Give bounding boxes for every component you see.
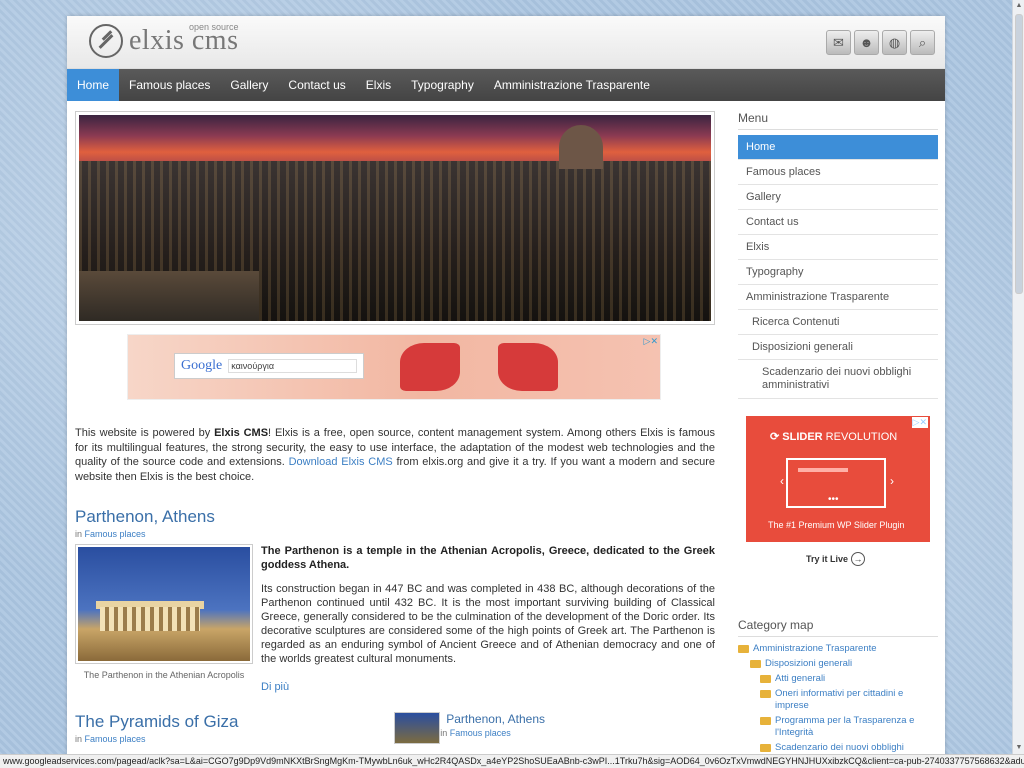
browser-status-bar: www.googleadservices.com/pagead/aclk?sa=… bbox=[0, 754, 1024, 768]
side-menu-elxis[interactable]: Elxis bbox=[738, 235, 938, 260]
ad-tagline: The #1 Premium WP Slider Plugin bbox=[768, 520, 905, 530]
main-nav: Home Famous places Gallery Contact us El… bbox=[67, 69, 945, 101]
side-menu-home[interactable]: Home bbox=[738, 135, 938, 160]
category-item[interactable]: Programma per la Trasparenza e l'Integri… bbox=[738, 715, 938, 739]
nav-gallery[interactable]: Gallery bbox=[220, 69, 278, 101]
download-elxis-link[interactable]: Download Elxis CMS bbox=[289, 456, 393, 468]
search-icon[interactable]: ⌕ bbox=[910, 30, 935, 55]
side-menu: Home Famous places Gallery Contact us El… bbox=[738, 135, 938, 399]
user-icon[interactable]: ☻ bbox=[854, 30, 879, 55]
category-item[interactable]: Oneri informativi per cittadini e impres… bbox=[738, 688, 938, 712]
article-title[interactable]: The Pyramids of Giza bbox=[75, 712, 238, 732]
side-menu-typography[interactable]: Typography bbox=[738, 260, 938, 285]
site-logo[interactable]: elxis cms open source bbox=[89, 22, 239, 58]
side-menu-disposizioni-generali[interactable]: Disposizioni generali bbox=[738, 335, 938, 360]
shoe-image bbox=[400, 343, 460, 391]
parthenon-image[interactable] bbox=[75, 544, 253, 664]
side-menu-famous-places[interactable]: Famous places bbox=[738, 160, 938, 185]
chevron-left-icon: ‹ bbox=[780, 474, 784, 488]
google-logo: Google bbox=[181, 358, 223, 373]
scroll-down-icon[interactable]: ▼ bbox=[1013, 742, 1024, 754]
category-link[interactable]: Famous places bbox=[85, 529, 146, 539]
article-category: in Famous places bbox=[440, 728, 511, 738]
category-item[interactable]: Atti generali bbox=[738, 673, 938, 685]
mini-article-thumbnail[interactable] bbox=[394, 712, 441, 744]
header-icons: ✉ ☻ ◍ ⌕ bbox=[826, 30, 935, 55]
rome-skyline-image bbox=[79, 115, 711, 321]
category-item[interactable]: Amministrazione Trasparente bbox=[738, 643, 938, 655]
arrow-right-icon: → bbox=[851, 552, 866, 566]
folder-icon bbox=[760, 717, 771, 725]
sidebar: Menu Home Famous places Gallery Contact … bbox=[738, 111, 938, 756]
read-more-link[interactable]: Di più bbox=[261, 680, 715, 694]
folder-icon bbox=[760, 744, 771, 752]
side-menu-gallery[interactable]: Gallery bbox=[738, 185, 938, 210]
side-menu-ricerca-contenuti[interactable]: Ricerca Contenuti bbox=[738, 310, 938, 335]
article-category: in Famous places bbox=[75, 734, 146, 744]
category-map: Category map Amministrazione Trasparente… bbox=[738, 618, 938, 756]
hero-slideshow[interactable] bbox=[75, 111, 715, 325]
site-page: elxis cms open source ✉ ☻ ◍ ⌕ Home Famou… bbox=[67, 16, 945, 756]
ad-choices-icon[interactable]: ▷✕ bbox=[644, 336, 658, 347]
mail-icon[interactable]: ✉ bbox=[826, 30, 851, 55]
side-menu-amministrazione[interactable]: Amministrazione Trasparente bbox=[738, 285, 938, 310]
article-lead: The Parthenon is a temple in the Athenia… bbox=[261, 545, 715, 571]
category-item[interactable]: Disposizioni generali bbox=[738, 658, 938, 670]
mini-article-title[interactable]: Parthenon, Athens bbox=[446, 712, 545, 726]
try-it-live-link[interactable]: Try it Live → bbox=[806, 552, 938, 566]
nav-amministrazione-trasparente[interactable]: Amministrazione Trasparente bbox=[484, 69, 660, 101]
article-body: The Parthenon in the Athenian Acropolis … bbox=[75, 544, 715, 694]
shoe-image bbox=[498, 343, 558, 391]
side-menu-scadenzario[interactable]: Scadenzario dei nuovi obblighi amministr… bbox=[738, 360, 938, 399]
scroll-up-icon[interactable]: ▲ bbox=[1013, 0, 1024, 12]
article-paragraph: Its construction began in 447 BC and was… bbox=[261, 583, 715, 665]
nav-contact-us[interactable]: Contact us bbox=[278, 69, 355, 101]
main-content: ▷✕ Google καινούργια This website is pow… bbox=[75, 111, 715, 744]
scrollbar-thumb[interactable] bbox=[1015, 14, 1023, 294]
folder-icon bbox=[738, 645, 749, 653]
mini-article: Parthenon, Athens in Famous places bbox=[394, 712, 545, 744]
image-caption: The Parthenon in the Athenian Acropolis bbox=[83, 670, 245, 680]
nav-home[interactable]: Home bbox=[67, 69, 120, 101]
globe-icon[interactable]: ◍ bbox=[882, 30, 907, 55]
category-link[interactable]: Famous places bbox=[85, 734, 146, 744]
ad-choices-icon[interactable]: ▷✕ bbox=[911, 417, 928, 428]
ad-search-input[interactable]: καινούργια bbox=[228, 359, 357, 373]
category-link[interactable]: Famous places bbox=[450, 728, 511, 738]
folder-icon bbox=[760, 690, 771, 698]
folder-icon bbox=[760, 675, 771, 683]
ad-search-box: Google καινούργια bbox=[174, 353, 364, 379]
logo-subtitle: open source bbox=[188, 22, 239, 32]
menu-heading: Menu bbox=[738, 111, 938, 130]
side-menu-contact-us[interactable]: Contact us bbox=[738, 210, 938, 235]
nav-famous-places[interactable]: Famous places bbox=[119, 69, 220, 101]
chevron-right-icon: › bbox=[890, 474, 894, 488]
article-title[interactable]: Parthenon, Athens bbox=[75, 507, 715, 527]
ad-title: ⟳ SLIDER REVOLUTION bbox=[770, 431, 898, 443]
folder-icon bbox=[750, 660, 761, 668]
slider-revolution-ad[interactable]: ▷✕ ⟳ SLIDER REVOLUTION ‹ › ••• The #1 Pr… bbox=[746, 416, 930, 542]
slider-dots: ••• bbox=[828, 494, 839, 505]
site-header: elxis cms open source ✉ ☻ ◍ ⌕ bbox=[67, 16, 945, 69]
article-category: in Famous places bbox=[75, 529, 146, 539]
intro-text: This website is powered by Elxis CMS! El… bbox=[75, 427, 715, 483]
nav-elxis[interactable]: Elxis bbox=[356, 69, 401, 101]
logo-mark-icon bbox=[89, 24, 123, 58]
article-row: The Pyramids of Giza in Famous places Pa… bbox=[75, 712, 715, 744]
vertical-scrollbar[interactable]: ▲ ▼ bbox=[1012, 0, 1024, 754]
category-map-heading: Category map bbox=[738, 618, 938, 637]
google-ad-banner[interactable]: ▷✕ Google καινούργια bbox=[127, 334, 661, 400]
nav-typography[interactable]: Typography bbox=[401, 69, 484, 101]
